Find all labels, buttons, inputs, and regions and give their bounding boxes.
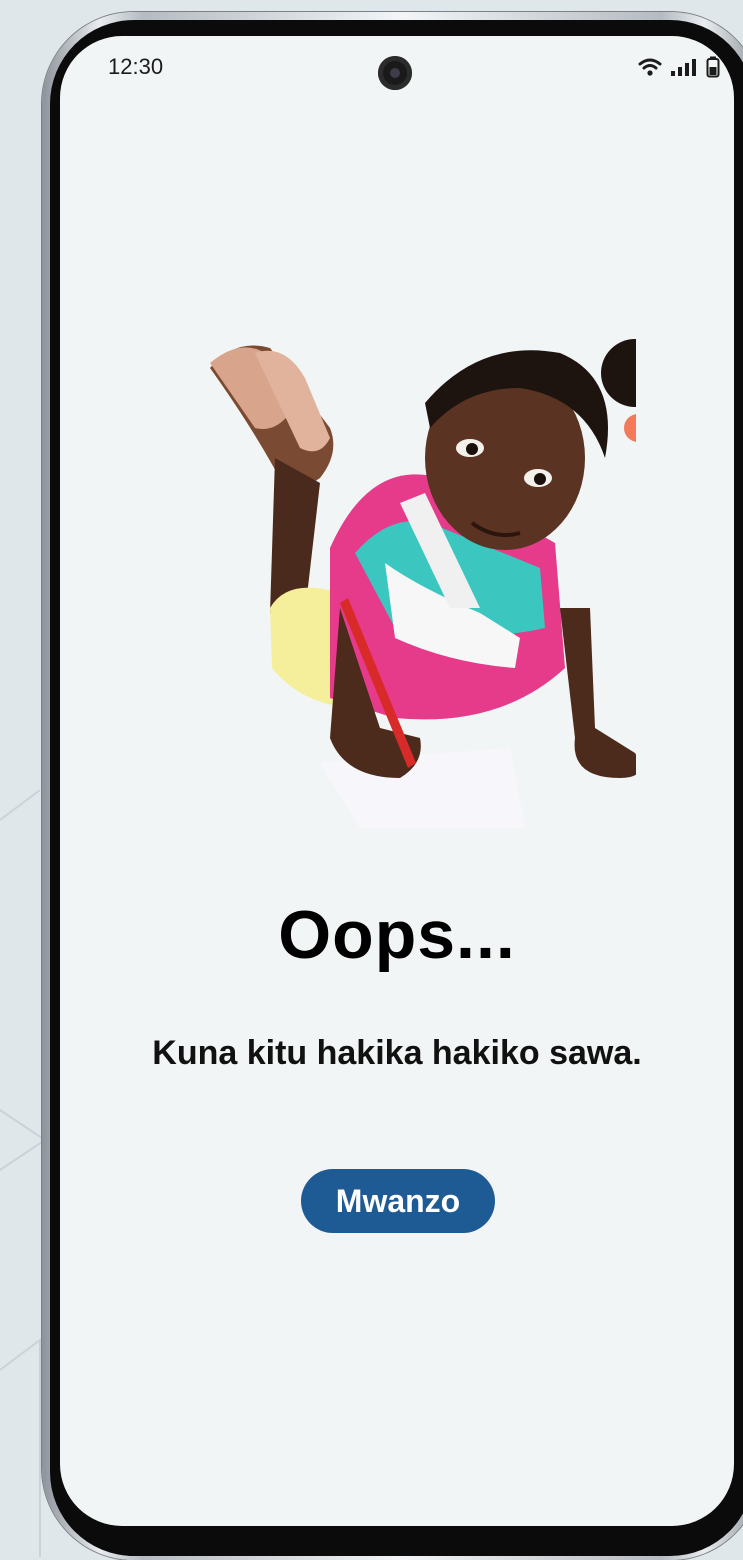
status-time: 12:30: [108, 54, 164, 79]
status-bar: 12:30: [60, 36, 734, 106]
screen: 12:30 Oops... Kuna kitu hakika hakiko sa…: [60, 36, 734, 1526]
error-title: Oops...: [278, 897, 516, 973]
phone-frame: 12:30 Oops... Kuna kitu hakika hakiko sa…: [42, 12, 743, 1560]
wifi-icon: [638, 58, 662, 76]
girl-drawing-illustration: [210, 339, 636, 828]
error-message: Kuna kitu hakika hakiko sawa.: [152, 1034, 642, 1072]
status-icons: [638, 56, 720, 78]
front-camera: [378, 56, 412, 90]
signal-icon: [671, 59, 696, 76]
battery-icon: [706, 56, 720, 78]
home-button[interactable]: Mwanzo: [301, 1169, 495, 1233]
